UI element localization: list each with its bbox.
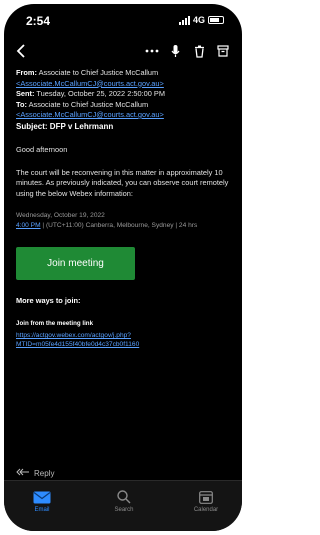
network-label: 4G	[192, 15, 205, 25]
meeting-date: Wednesday, October 19, 2022	[16, 212, 105, 219]
body-paragraph: The court will be reconvening in this ma…	[16, 167, 229, 198]
subject-line: Subject: DFP v Lehrmann	[16, 122, 230, 133]
join-link-label: Join from the meeting link	[16, 319, 94, 327]
meeting-link-line1: https://actgov.webex.com/actgov/j.php?	[16, 332, 131, 339]
back-icon[interactable]	[14, 42, 28, 60]
more-ways-heading: More ways to join:	[16, 296, 81, 305]
sent-label: Sent:	[16, 89, 35, 98]
from-line: From: Associate to Chief Justice McCallu…	[16, 68, 230, 79]
status-time: 2:54	[26, 14, 51, 28]
to-line: To: Associate to Chief Justice McCallum	[16, 100, 230, 111]
status-indicators: 4G	[178, 15, 224, 25]
join-meeting-button[interactable]: Join meeting	[16, 247, 135, 280]
tab-email-label: Email	[34, 507, 50, 513]
reply-label: Reply	[34, 468, 55, 478]
to-label: To:	[16, 99, 27, 109]
subject-text: DFP v Lehrmann	[49, 121, 114, 131]
reply-all-icon	[16, 468, 30, 478]
tab-email[interactable]: Email	[12, 489, 72, 513]
meeting-timezone: | (UTC+11:00) Canberra, Melbourne, Sydne…	[42, 221, 198, 229]
signal-icon	[178, 15, 190, 25]
mail-icon	[12, 489, 72, 505]
microphone-icon[interactable]	[169, 42, 181, 60]
battery-icon	[208, 16, 224, 24]
phone-screen: 2:54 4G From: Associate to Chief Justice…	[4, 4, 242, 531]
message-toolbar	[4, 38, 242, 64]
search-icon	[94, 489, 154, 505]
reply-row[interactable]: Reply	[16, 467, 230, 479]
from-email[interactable]: <Associate.McCallumCJ@courts.act.gov.au>	[16, 79, 230, 90]
from-label: From:	[16, 68, 37, 77]
subject-label: Subject:	[16, 121, 48, 131]
tab-calendar-label: Calendar	[193, 507, 219, 513]
more-options-icon[interactable]	[144, 42, 160, 60]
tab-search-label: Search	[114, 507, 134, 513]
meeting-info: Wednesday, October 19, 2022 4:00 PM | (U…	[16, 211, 230, 230]
calendar-icon	[176, 489, 236, 505]
meeting-link-line2: MTID=m05fe4d155f40bfe0d4c37cb0f1160	[16, 341, 140, 348]
status-bar: 2:54 4G	[4, 4, 242, 36]
meeting-link[interactable]: https://actgov.webex.com/actgov/j.php? M…	[16, 331, 230, 349]
tab-search[interactable]: Search	[94, 489, 154, 513]
to-name: Associate to Chief Justice McCallum	[28, 99, 149, 109]
archive-icon[interactable]	[217, 42, 229, 60]
greeting: Good afternoon	[16, 145, 68, 154]
trash-icon[interactable]	[193, 42, 205, 60]
from-name: Associate to Chief Justice McCallum	[38, 68, 159, 77]
bottom-tab-bar: Email Search Calendar	[4, 480, 242, 531]
tab-calendar[interactable]: Calendar	[176, 489, 236, 513]
to-email[interactable]: <Associate.McCallumCJ@courts.act.gov.au>	[16, 110, 230, 121]
email-body: From: Associate to Chief Justice McCallu…	[16, 68, 230, 349]
sent-line: Sent: Tuesday, October 25, 2022 2:50:00 …	[16, 89, 230, 100]
meeting-time[interactable]: 4:00 PM	[16, 222, 41, 229]
sent-value: Tuesday, October 25, 2022 2:50:00 PM	[36, 89, 165, 98]
meeting-time-line: 4:00 PM | (UTC+11:00) Canberra, Melbourn…	[16, 221, 230, 231]
